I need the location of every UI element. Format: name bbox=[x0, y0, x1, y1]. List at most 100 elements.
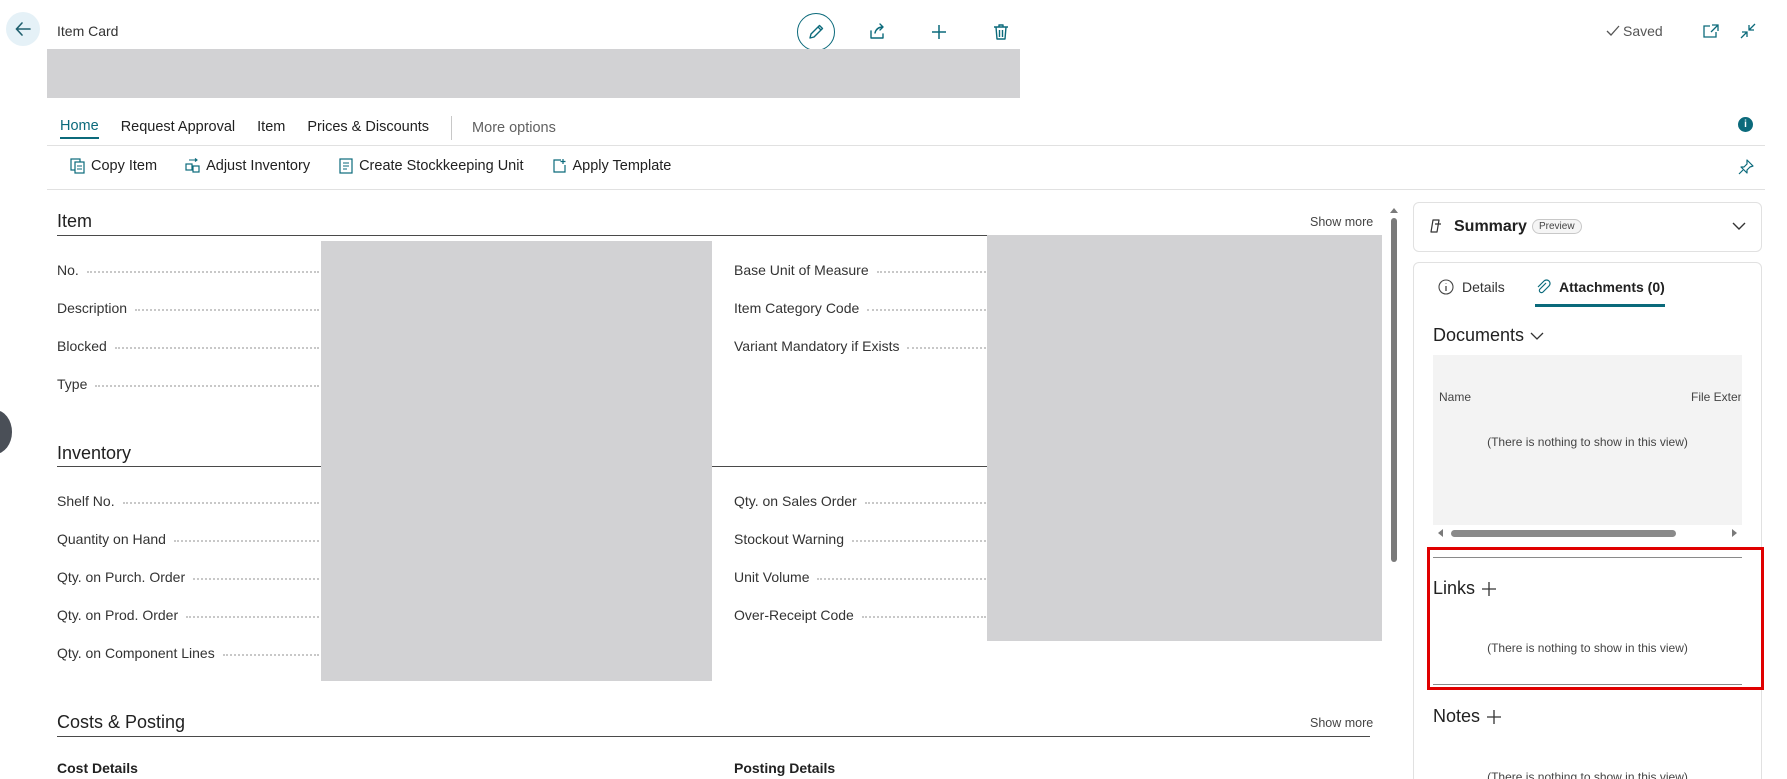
plus-icon bbox=[932, 25, 946, 39]
promoted-actions: Copy Item Adjust Inventory Create Stockk… bbox=[70, 158, 699, 174]
action-bar-tabs: Home Request Approval Item Prices & Disc… bbox=[60, 116, 556, 140]
paperclip-icon bbox=[1537, 279, 1551, 294]
right-values-redacted bbox=[987, 235, 1382, 641]
item-show-more-link[interactable]: Show more bbox=[1310, 215, 1373, 229]
costs-section-rule bbox=[57, 736, 1370, 737]
scroll-left-icon[interactable] bbox=[1437, 529, 1445, 537]
costs-section-title[interactable]: Costs & Posting bbox=[57, 712, 185, 733]
create-stockkeeping-unit-label: Create Stockkeeping Unit bbox=[359, 158, 524, 174]
checkmark-icon bbox=[1606, 25, 1620, 36]
collapse-icon bbox=[1740, 23, 1756, 39]
share-button[interactable] bbox=[858, 13, 896, 51]
chevron-down-icon[interactable] bbox=[1732, 221, 1746, 231]
field-quantity-on-hand: Quantity on Hand bbox=[57, 531, 319, 547]
col-name[interactable]: Name bbox=[1439, 390, 1471, 404]
field-qty-on-purch-order: Qty. on Purch. Order bbox=[57, 569, 319, 585]
col-file-extension[interactable]: File Exten bbox=[1691, 390, 1741, 404]
saved-status: Saved bbox=[1606, 23, 1663, 39]
back-button[interactable] bbox=[6, 12, 40, 46]
links-highlight-box bbox=[1427, 547, 1764, 690]
open-in-new-window-icon bbox=[1703, 24, 1719, 38]
costs-show-more-link[interactable]: Show more bbox=[1310, 716, 1373, 730]
documents-grid: Name File Exten (There is nothing to sho… bbox=[1433, 355, 1742, 525]
field-blocked: Blocked bbox=[57, 338, 319, 354]
horizontal-scrollbar-thumb[interactable] bbox=[1451, 530, 1676, 537]
posting-details-heading: Posting Details bbox=[734, 760, 836, 776]
info-icon bbox=[1438, 279, 1454, 295]
field-item-category-code: Item Category Code bbox=[734, 300, 986, 316]
scroll-right-icon[interactable] bbox=[1730, 529, 1738, 537]
template-icon bbox=[552, 159, 566, 173]
edit-button[interactable] bbox=[797, 13, 835, 51]
tab-home[interactable]: Home bbox=[60, 118, 99, 139]
field-over-receipt-code: Over-Receipt Code bbox=[734, 607, 986, 623]
apply-template-button[interactable]: Apply Template bbox=[552, 158, 672, 174]
divider bbox=[47, 189, 1765, 190]
field-unit-volume: Unit Volume bbox=[734, 569, 986, 585]
cost-details-heading: Cost Details bbox=[57, 760, 138, 776]
vertical-scrollbar-thumb[interactable] bbox=[1391, 218, 1397, 562]
copilot-icon bbox=[1428, 218, 1444, 234]
horizontal-scrollbar[interactable] bbox=[1433, 528, 1742, 538]
notes-empty-text: (There is nothing to show in this view) bbox=[1487, 770, 1688, 779]
chevron-down-icon bbox=[1530, 332, 1544, 340]
info-icon[interactable]: i bbox=[1738, 117, 1753, 132]
collapse-button[interactable] bbox=[1737, 20, 1759, 42]
field-shelf-no: Shelf No. bbox=[57, 493, 319, 509]
documents-empty-text: (There is nothing to show in this view) bbox=[1487, 435, 1688, 449]
avatar[interactable] bbox=[0, 410, 12, 454]
stockkeeping-icon bbox=[339, 158, 353, 174]
preview-badge: Preview bbox=[1532, 219, 1582, 234]
field-stockout-warning: Stockout Warning bbox=[734, 531, 986, 547]
open-new-window-button[interactable] bbox=[1700, 20, 1722, 42]
delete-button[interactable] bbox=[982, 13, 1020, 51]
adjust-inventory-icon bbox=[185, 158, 200, 173]
copy-item-label: Copy Item bbox=[91, 158, 158, 174]
scroll-up-icon[interactable] bbox=[1388, 205, 1400, 215]
tab-attachments[interactable]: Attachments (0) bbox=[1535, 279, 1665, 295]
adjust-inventory-label: Adjust Inventory bbox=[206, 158, 311, 174]
field-variant-mandatory: Variant Mandatory if Exists bbox=[734, 338, 986, 354]
documents-heading[interactable]: Documents bbox=[1433, 325, 1544, 346]
create-stockkeeping-unit-button[interactable]: Create Stockkeeping Unit bbox=[338, 158, 524, 174]
copy-icon bbox=[70, 158, 85, 174]
tab-details[interactable]: Details bbox=[1438, 279, 1505, 295]
saved-label: Saved bbox=[1623, 23, 1663, 39]
pin-icon bbox=[1738, 159, 1754, 175]
notes-heading: Notes bbox=[1433, 706, 1502, 727]
field-qty-on-component-lines: Qty. on Component Lines bbox=[57, 645, 319, 661]
share-icon bbox=[870, 23, 884, 39]
field-type: Type bbox=[57, 376, 319, 392]
field-base-unit-of-measure: Base Unit of Measure bbox=[734, 262, 986, 278]
field-description: Description bbox=[57, 300, 319, 316]
inventory-section-title[interactable]: Inventory bbox=[57, 443, 131, 464]
factbox-panel: Details Attachments (0) Documents Name F… bbox=[1413, 262, 1762, 779]
page-title: Item Card bbox=[57, 23, 119, 39]
divider bbox=[47, 145, 1765, 146]
pin-button[interactable] bbox=[1738, 159, 1754, 175]
nav-divider bbox=[451, 116, 453, 140]
new-button[interactable] bbox=[920, 13, 958, 51]
tab-item[interactable]: Item bbox=[257, 119, 285, 138]
apply-template-label: Apply Template bbox=[572, 158, 672, 174]
trash-icon bbox=[994, 24, 1008, 40]
tab-attachments-label: Attachments (0) bbox=[1559, 279, 1665, 295]
add-note-icon[interactable] bbox=[1486, 709, 1502, 725]
field-qty-on-prod-order: Qty. on Prod. Order bbox=[57, 607, 319, 623]
field-qty-on-sales-order: Qty. on Sales Order bbox=[734, 493, 986, 509]
tab-details-label: Details bbox=[1462, 279, 1505, 295]
item-header-redacted bbox=[47, 49, 1020, 98]
copy-item-button[interactable]: Copy Item bbox=[70, 158, 157, 174]
item-section-title[interactable]: Item bbox=[57, 211, 92, 232]
left-values-redacted bbox=[321, 241, 712, 681]
tab-prices-discounts[interactable]: Prices & Discounts bbox=[307, 119, 429, 138]
summary-title: Summary bbox=[1454, 218, 1527, 235]
pencil-icon bbox=[809, 24, 824, 39]
summary-card[interactable]: Summary Preview bbox=[1413, 202, 1762, 252]
more-options-button[interactable]: More options bbox=[472, 120, 556, 136]
arrow-left-icon bbox=[15, 22, 31, 36]
active-tab-indicator bbox=[1535, 304, 1665, 307]
tab-request-approval[interactable]: Request Approval bbox=[121, 119, 235, 138]
adjust-inventory-button[interactable]: Adjust Inventory bbox=[185, 158, 310, 174]
field-no: No. bbox=[57, 262, 319, 278]
